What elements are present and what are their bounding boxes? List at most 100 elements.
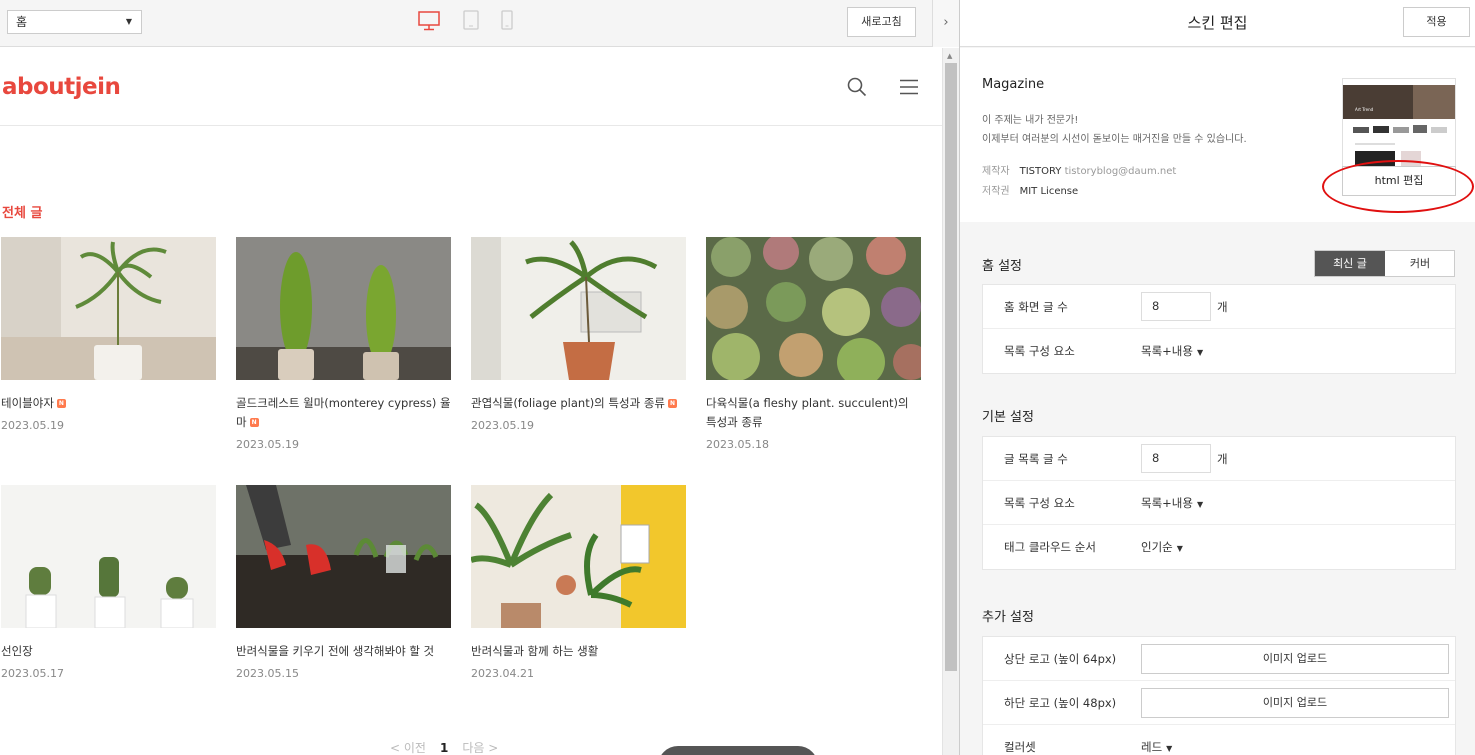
select-value: 레드 <box>1141 740 1163 754</box>
unit-label: 개 <box>1217 452 1228 466</box>
post-thumbnail[interactable] <box>471 237 686 380</box>
blog-title[interactable]: aboutjein <box>2 74 121 100</box>
refresh-button[interactable]: 새로고침 <box>847 7 916 37</box>
home-settings-title: 홈 설정 <box>982 259 1023 274</box>
post-title[interactable]: 다육식물(a fleshy plant. succulent)의 특성과 종류 <box>706 394 921 432</box>
post-thumbnail[interactable] <box>1 485 216 628</box>
top-logo-upload-button[interactable]: 이미지 업로드 <box>1141 644 1449 674</box>
tag-cloud-order-row: 태그 클라우드 순서 인기순 ▼ <box>983 525 1455 569</box>
license-value: MIT License <box>1019 186 1079 197</box>
skin-name: Magazine <box>982 77 1045 92</box>
colorset-label: 컬러셋 <box>1004 740 1036 754</box>
preview-toolbar: 홈 ▼ 새로고침 › <box>0 0 959 47</box>
menu-icon[interactable] <box>899 79 919 99</box>
desktop-icon[interactable] <box>418 11 440 35</box>
apply-button[interactable]: 적용 <box>1403 7 1470 37</box>
post-thumbnail[interactable] <box>706 237 921 380</box>
extra-settings-box: 상단 로고 (높이 64px) 이미지 업로드 하단 로고 (높이 48px) … <box>982 636 1456 755</box>
post-card[interactable]: 선인장 2023.05.17 <box>1 485 216 680</box>
top-logo-label: 상단 로고 (높이 64px) <box>1004 652 1117 666</box>
prev-page-link[interactable]: < 이전 <box>390 741 426 755</box>
home-settings-box: 홈 화면 글 수 8 개 목록 구성 요소 목록+내용 ▼ <box>982 284 1456 374</box>
maker-label: 제작자 <box>982 166 1010 177</box>
post-date: 2023.05.19 <box>471 419 534 432</box>
license-label: 저작권 <box>982 186 1010 197</box>
blog-header: aboutjein <box>0 48 942 126</box>
post-card[interactable]: 반려식물과 함께 하는 생활 2023.04.21 <box>471 485 686 680</box>
post-title[interactable]: 반려식물을 키우기 전에 생각해봐야 할 것 <box>236 642 451 661</box>
post-date: 2023.05.17 <box>1 667 64 680</box>
list-component-select[interactable]: 목록+내용 ▼ <box>1141 495 1203 511</box>
post-thumbnail[interactable] <box>236 485 451 628</box>
bottom-logo-label: 하단 로고 (높이 48px) <box>1004 696 1117 710</box>
list-post-count-label: 글 목록 글 수 <box>1004 452 1068 466</box>
list-component-row: 목록 구성 요소 목록+내용 ▼ <box>983 481 1455 525</box>
unit-label: 개 <box>1217 300 1228 314</box>
top-logo-row: 상단 로고 (높이 64px) 이미지 업로드 <box>983 637 1455 681</box>
home-post-count-input[interactable]: 8 <box>1141 292 1211 321</box>
home-mode-toggle: 최신 글 커버 <box>1314 250 1455 277</box>
list-post-count-row: 글 목록 글 수 8 개 <box>983 437 1455 481</box>
next-page-link[interactable]: 다음 > <box>462 741 498 755</box>
post-date: 2023.05.19 <box>1 419 64 432</box>
maker-email: tistoryblog@daum.net <box>1064 166 1177 177</box>
toggle-cover[interactable]: 커버 <box>1385 251 1455 276</box>
post-title[interactable]: 반려식물과 함께 하는 생활 <box>471 642 686 661</box>
home-list-component-select[interactable]: 목록+내용 ▼ <box>1141 343 1203 359</box>
bottom-logo-row: 하단 로고 (높이 48px) 이미지 업로드 <box>983 681 1455 725</box>
skin-maker-row: 제작자 TISTORY tistoryblog@daum.net <box>982 162 1176 177</box>
list-post-count-input[interactable]: 8 <box>1141 444 1211 473</box>
post-thumbnail[interactable] <box>236 237 451 380</box>
page-select[interactable]: 홈 ▼ <box>7 10 142 34</box>
basic-settings-title: 기본 설정 <box>982 410 1034 425</box>
colorset-row: 컬러셋 레드 ▼ <box>983 725 1455 755</box>
page-select-value: 홈 <box>16 15 28 29</box>
skin-description: 이제부터 여러분의 시선이 돋보이는 매거진을 만들 수 있습니다. <box>982 134 1247 145</box>
post-date: 2023.05.19 <box>236 438 299 451</box>
maker-value: TISTORY <box>1019 166 1062 177</box>
post-title[interactable]: 관엽식물(foliage plant)의 특성과 종류 <box>471 396 665 410</box>
skin-license-row: 저작권 MIT License <box>982 182 1078 197</box>
tablet-icon[interactable] <box>463 10 479 34</box>
floating-bar[interactable] <box>658 746 818 755</box>
select-value: 목록+내용 <box>1141 344 1193 358</box>
collapse-panel-button[interactable]: › <box>932 0 959 47</box>
post-card[interactable]: 테이블야자 N 2023.05.19 <box>1 237 216 432</box>
bottom-logo-upload-button[interactable]: 이미지 업로드 <box>1141 688 1449 718</box>
skin-edit-panel: 스킨 편집 적용 Magazine 이 주제는 내가 전문가! 이제부터 여러분… <box>960 0 1475 755</box>
post-card[interactable]: 다육식물(a fleshy plant. succulent)의 특성과 종류 … <box>706 237 921 451</box>
chevron-down-icon: ▼ <box>1166 744 1173 753</box>
home-list-component-label: 목록 구성 요소 <box>1004 344 1075 358</box>
post-card[interactable]: 골드크레스트 윌마(monterey cypress) 율마 N 2023.05.… <box>236 237 451 451</box>
chevron-down-icon: ▼ <box>1196 348 1204 357</box>
extra-settings-title: 추가 설정 <box>982 610 1034 625</box>
tag-cloud-order-select[interactable]: 인기순 ▼ <box>1141 539 1183 555</box>
current-page[interactable]: 1 <box>440 741 448 755</box>
post-card[interactable]: 반려식물을 키우기 전에 생각해봐야 할 것 2023.05.15 <box>236 485 451 680</box>
toggle-latest-posts[interactable]: 최신 글 <box>1315 251 1385 276</box>
highlight-annotation <box>1322 160 1474 213</box>
list-component-label: 목록 구성 요소 <box>1004 496 1075 510</box>
pagination: < 이전 1 다음 > <box>390 739 498 755</box>
mobile-icon[interactable] <box>500 10 514 34</box>
skin-description: 이 주제는 내가 전문가! <box>982 115 1079 126</box>
category-title: 전체 글 <box>2 206 43 221</box>
chevron-down-icon: ▼ <box>1176 544 1183 553</box>
select-value: 목록+내용 <box>1141 496 1193 510</box>
post-title[interactable]: 선인장 <box>1 642 216 661</box>
preview-scrollbar[interactable]: ▲ <box>942 48 959 755</box>
post-title[interactable]: 골드크레스트 윌마(monterey cypress) 율마 <box>236 396 451 429</box>
home-post-count-label: 홈 화면 글 수 <box>1004 300 1068 314</box>
post-thumbnail[interactable] <box>1 237 216 380</box>
new-badge: N <box>56 399 66 408</box>
post-card[interactable]: 관엽식물(foliage plant)의 특성과 종류 N 2023.05.19 <box>471 237 686 432</box>
scroll-thumb[interactable] <box>945 63 957 671</box>
scroll-up-icon[interactable]: ▲ <box>947 52 952 60</box>
select-value: 인기순 <box>1141 540 1173 554</box>
colorset-select[interactable]: 레드 ▼ <box>1141 739 1172 755</box>
post-title[interactable]: 테이블야자 <box>1 396 54 410</box>
post-thumbnail[interactable] <box>471 485 686 628</box>
chevron-down-icon: ▼ <box>125 17 132 26</box>
post-date: 2023.05.15 <box>236 667 299 680</box>
search-icon[interactable] <box>847 77 867 101</box>
